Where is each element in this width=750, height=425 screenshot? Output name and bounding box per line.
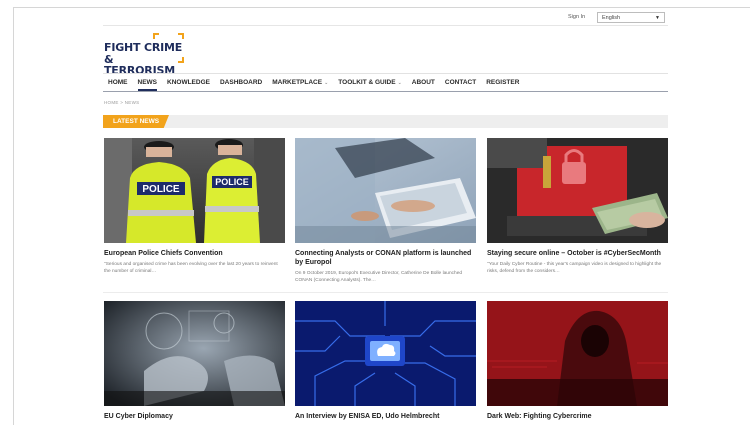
- nav-contact[interactable]: CONTACT: [445, 75, 476, 91]
- nav-home[interactable]: HOME: [108, 75, 128, 91]
- main-nav: HOME NEWS KNOWLEDGE DASHBOARD MARKETPLAC…: [103, 75, 668, 91]
- analysts-laptop-photo[interactable]: [295, 138, 476, 243]
- chevron-down-icon: ⌄: [397, 80, 402, 86]
- article-card[interactable]: Staying secure online – October is #Cybe…: [487, 138, 668, 275]
- svg-text:POLICE: POLICE: [215, 177, 249, 187]
- chevron-down-icon: ⌄: [324, 80, 329, 86]
- breadcrumb: HOME > NEWS: [104, 100, 140, 105]
- ransomware-laptop-photo[interactable]: [487, 138, 668, 243]
- article-excerpt: "Serious and organised crime has been ev…: [104, 262, 278, 274]
- language-select-value: English: [602, 15, 621, 21]
- chevron-down-icon: ▼: [655, 15, 660, 21]
- article-excerpt: "Your Daily Cyber Routine - this year's …: [487, 262, 662, 274]
- article-title[interactable]: Dark Web: Fighting Cybercrime: [487, 412, 668, 421]
- site-logo[interactable]: FIGHT CRIME & TERRORISM: [104, 33, 186, 76]
- article-excerpt: On 9 October 2019, Europol's Executive D…: [295, 271, 463, 283]
- logo-bracket-icon: [153, 33, 159, 39]
- article-title[interactable]: Staying secure online – October is #Cybe…: [487, 249, 668, 258]
- logo-line-1: FIGHT CRIME: [104, 41, 183, 54]
- divider: [103, 25, 668, 26]
- police-officers-photo[interactable]: POLICE POLICE: [104, 138, 285, 243]
- language-select[interactable]: English ▼: [597, 12, 665, 23]
- article-title[interactable]: European Police Chiefs Convention: [104, 249, 285, 258]
- article-card[interactable]: POLICE POLICE European Police Chiefs Con…: [104, 138, 285, 275]
- svg-text:POLICE: POLICE: [142, 184, 180, 195]
- article-card[interactable]: Connecting Analysts or CONAN platform is…: [295, 138, 476, 284]
- article-title[interactable]: An Interview by ENISA ED, Udo Helmbrecht: [295, 412, 476, 421]
- article-card[interactable]: Dark Web: Fighting Cybercrime: [487, 301, 668, 421]
- nav-news[interactable]: NEWS: [137, 75, 157, 91]
- article-title[interactable]: EU Cyber Diplomacy: [104, 412, 285, 421]
- nav-about[interactable]: ABOUT: [412, 75, 435, 91]
- section-title: LATEST NEWS: [103, 115, 169, 128]
- nav-dashboard[interactable]: DASHBOARD: [220, 75, 262, 91]
- nav-marketplace[interactable]: MARKETPLACE ⌄: [272, 75, 328, 91]
- nav-knowledge[interactable]: KNOWLEDGE: [167, 75, 210, 91]
- divider: [103, 73, 668, 74]
- window-border-top: [13, 7, 750, 8]
- article-card[interactable]: An Interview by ENISA ED, Udo Helmbrecht: [295, 301, 476, 421]
- sign-in-link[interactable]: Sign In: [568, 14, 585, 20]
- window-border-left: [13, 7, 14, 425]
- divider: [103, 91, 668, 92]
- logo-bracket-icon: [178, 33, 184, 39]
- section-header-bar: [103, 115, 668, 128]
- nav-toolkit-guide[interactable]: TOOLKIT & GUIDE ⌄: [338, 75, 402, 91]
- top-bar: Sign In English ▼: [103, 11, 668, 25]
- article-card[interactable]: EU Cyber Diplomacy: [104, 301, 285, 421]
- nav-register[interactable]: REGISTER: [486, 75, 519, 91]
- browser-screen: Sign In English ▼ FIGHT CRIME & TERRORIS…: [0, 0, 750, 425]
- digital-hands-photo[interactable]: [104, 301, 285, 406]
- circuit-board-cloud-photo[interactable]: [295, 301, 476, 406]
- article-title[interactable]: Connecting Analysts or CONAN platform is…: [295, 249, 476, 267]
- hooded-hacker-photo[interactable]: [487, 301, 668, 406]
- divider: [103, 292, 668, 293]
